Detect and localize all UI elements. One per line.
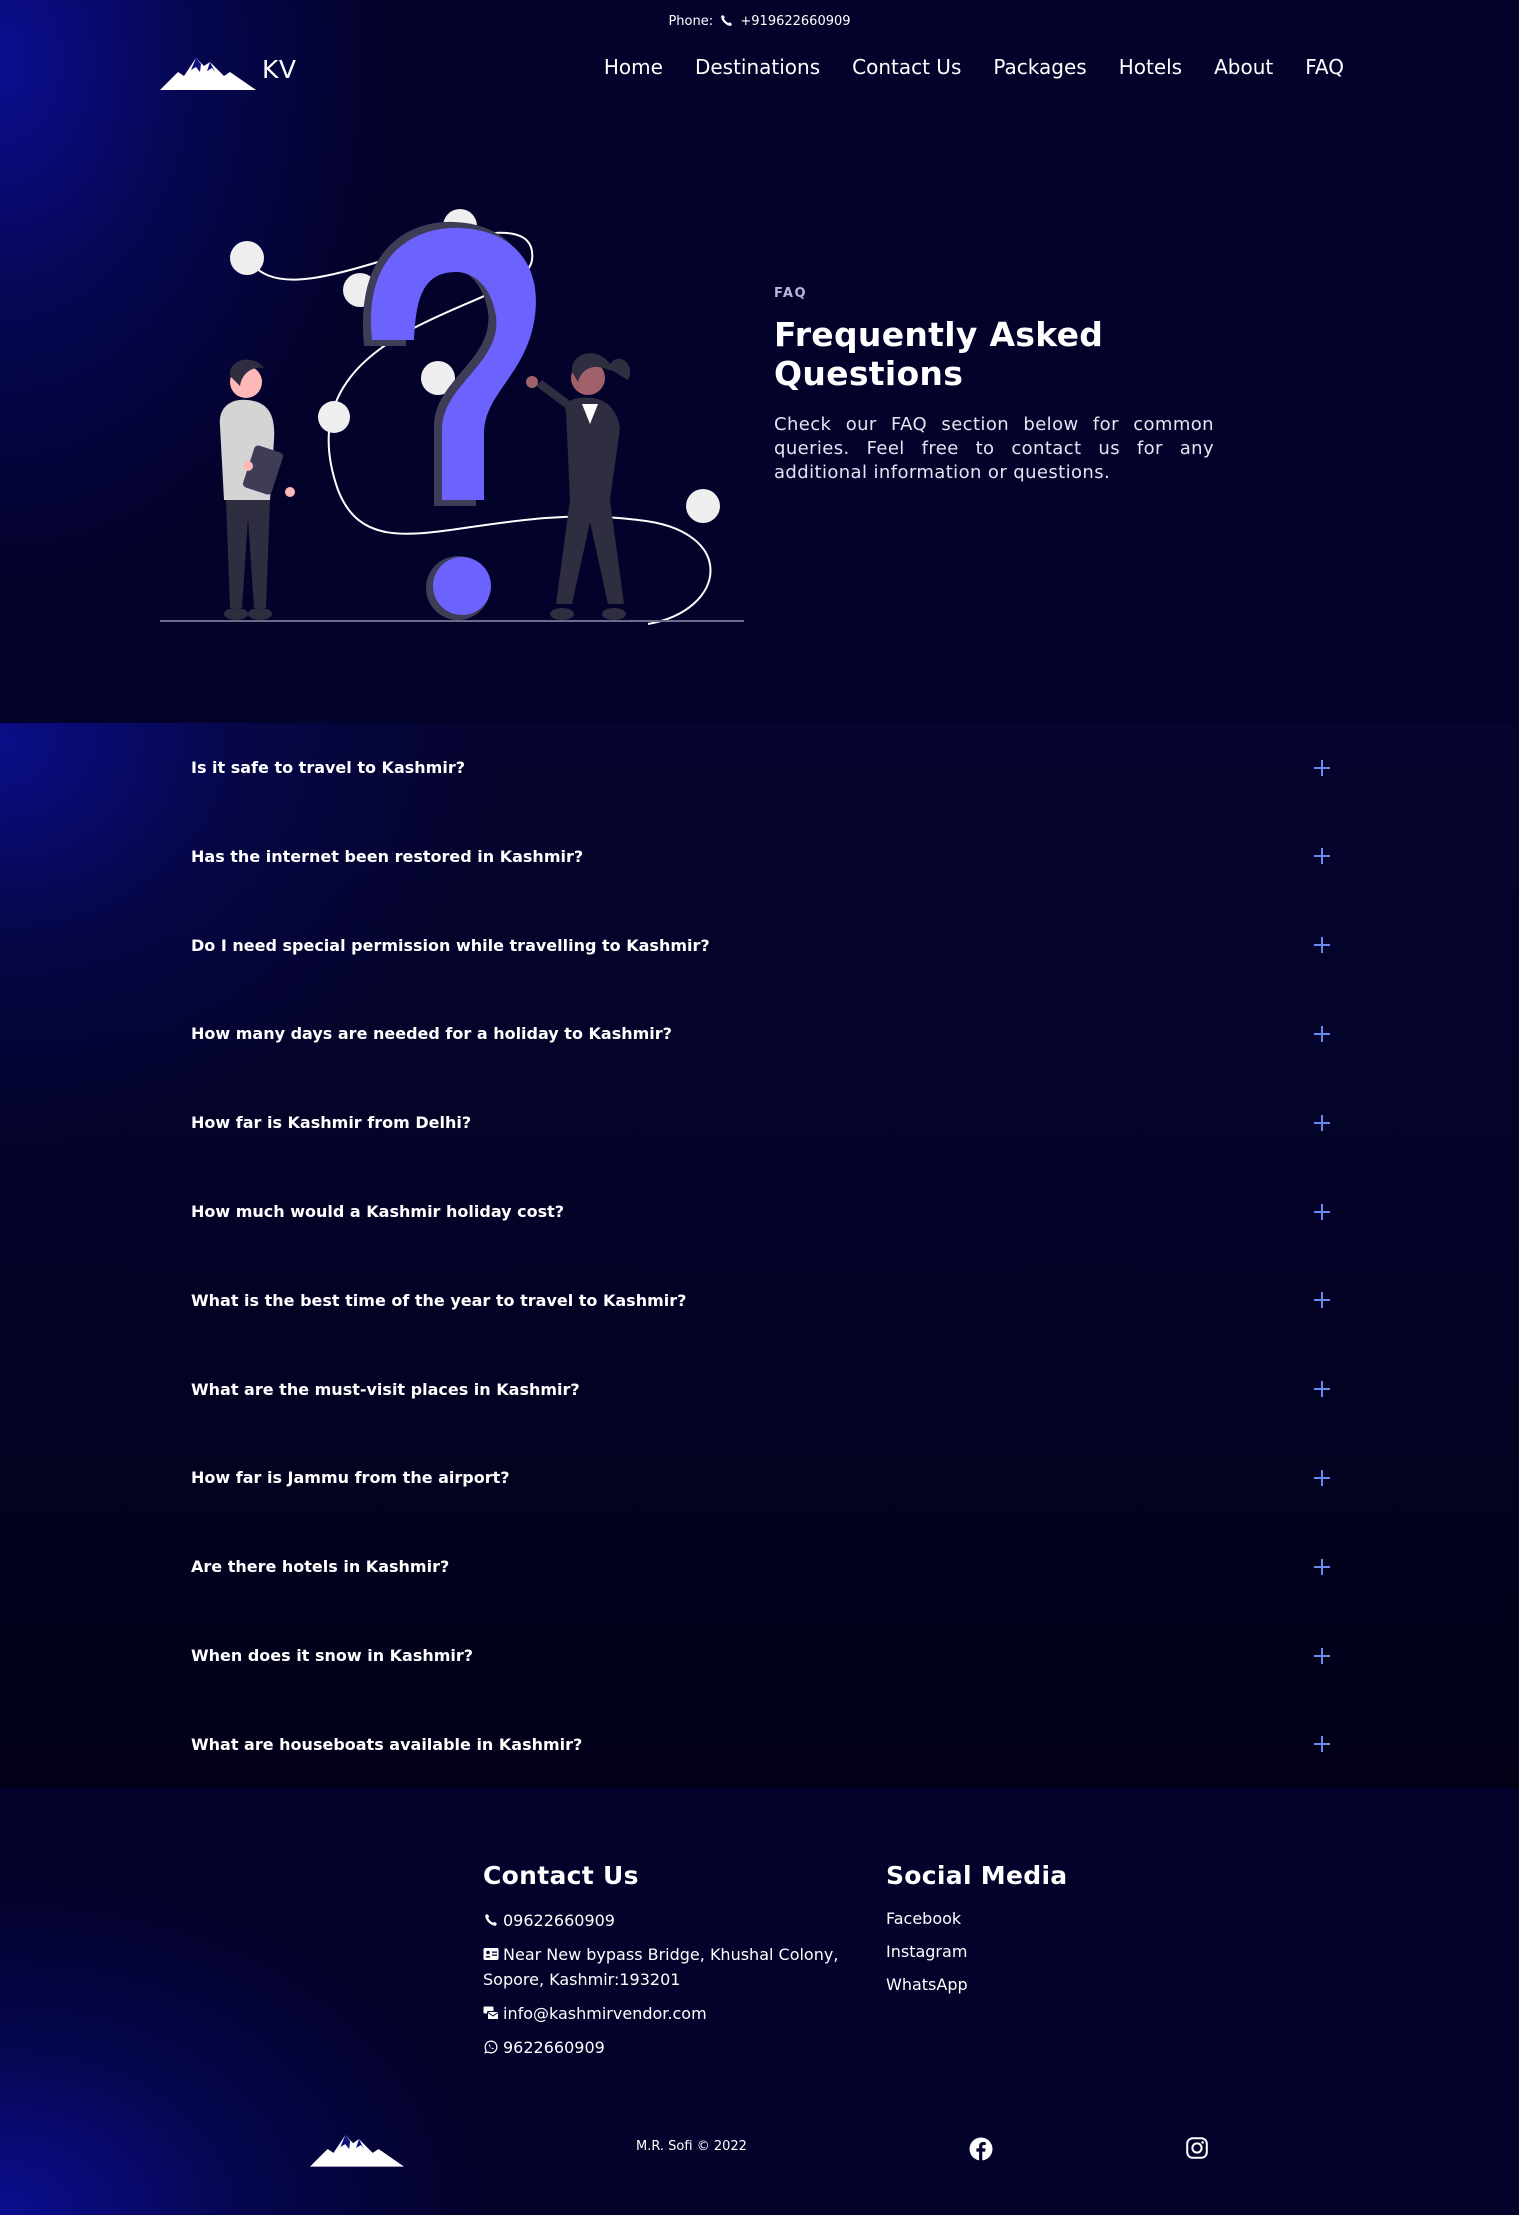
instagram-icon[interactable] xyxy=(1186,2137,1208,2159)
footer-whatsapp[interactable]: 9622660909 xyxy=(483,2035,863,2060)
plus-icon[interactable] xyxy=(1314,1558,1330,1575)
faq-item[interactable]: What are houseboats available in Kashmir… xyxy=(180,1700,1340,1789)
faq-question: What are the must-visit places in Kashmi… xyxy=(191,1379,580,1399)
footer-social-heading: Social Media xyxy=(886,1861,1068,1890)
question-mark-dot xyxy=(433,557,491,615)
copyright: M.R. Sofi © 2022 xyxy=(636,2139,747,2154)
faq-item[interactable]: How much would a Kashmir holiday cost? xyxy=(180,1167,1340,1256)
phone-icon xyxy=(721,14,733,26)
faq-question: How many days are needed for a holiday t… xyxy=(191,1024,672,1044)
faq-item[interactable]: When does it snow in Kashmir? xyxy=(180,1611,1340,1700)
plus-icon[interactable] xyxy=(1314,1114,1330,1131)
social-link-whatsapp[interactable]: WhatsApp xyxy=(886,1974,1186,1996)
nav-contact-us[interactable]: Contact Us xyxy=(852,55,961,79)
plus-icon[interactable] xyxy=(1314,848,1330,865)
phone-label: Phone: xyxy=(668,14,714,29)
faq-question: How far is Kashmir from Delhi? xyxy=(191,1113,472,1133)
faq-item[interactable]: How far is Jammu from the airport? xyxy=(180,1433,1340,1522)
main-nav: Home Destinations Contact Us Packages Ho… xyxy=(604,55,1344,79)
footer-address-text: Near New bypass Bridge, Khushal Colony, … xyxy=(483,1945,839,1989)
faq-question: What is the best time of the year to tra… xyxy=(191,1290,687,1310)
footer-contact: Contact Us 09622660909 Near New bypass B… xyxy=(483,1861,863,2069)
plus-icon[interactable] xyxy=(1314,1025,1330,1042)
footer-contact-heading: Contact Us xyxy=(483,1861,639,1890)
faq-eyebrow: FAQ xyxy=(774,286,808,301)
plus-icon[interactable] xyxy=(1314,1292,1330,1309)
decor-dot xyxy=(230,241,264,275)
faq-question: What are houseboats available in Kashmir… xyxy=(191,1734,583,1754)
page-title: Frequently Asked Questions xyxy=(774,315,1104,393)
person-right-figure xyxy=(526,353,631,620)
faq-item[interactable]: Do I need special permission while trave… xyxy=(180,901,1340,990)
nav-destinations[interactable]: Destinations xyxy=(695,55,820,79)
phone-icon xyxy=(485,1914,497,1926)
faq-question: Do I need special permission while trave… xyxy=(191,935,710,955)
faq-item[interactable]: Is it safe to travel to Kashmir? xyxy=(180,723,1340,812)
plus-icon[interactable] xyxy=(1314,1381,1330,1398)
person-left-figure xyxy=(219,359,295,620)
footer-phone-text: 09622660909 xyxy=(503,1911,615,1930)
nav-packages[interactable]: Packages xyxy=(993,55,1086,79)
faq-accordion: Is it safe to travel to Kashmir? Has the … xyxy=(0,723,1519,1788)
plus-icon[interactable] xyxy=(1314,1203,1330,1220)
topbar-phone: Phone: +919622660909 xyxy=(0,14,1519,29)
plus-icon[interactable] xyxy=(1314,759,1330,776)
faq-item[interactable]: How far is Kashmir from Delhi? xyxy=(180,1078,1340,1167)
faq-question: Is it safe to travel to Kashmir? xyxy=(191,758,465,777)
mountain-logo-icon xyxy=(160,58,256,90)
footer-address: Near New bypass Bridge, Khushal Colony, … xyxy=(483,1942,863,1992)
faq-question: How much would a Kashmir holiday cost? xyxy=(191,1202,565,1221)
nav-hotels[interactable]: Hotels xyxy=(1119,55,1182,79)
nav-faq[interactable]: FAQ xyxy=(1305,55,1344,79)
plus-icon[interactable] xyxy=(1314,1647,1330,1664)
faq-question: Has the internet been restored in Kashmi… xyxy=(191,846,584,866)
faq-description: Check our FAQ section below for common q… xyxy=(774,414,1214,483)
nav-home[interactable]: Home xyxy=(604,55,663,79)
footer-email-text: info@kashmirvendor.com xyxy=(503,2004,707,2023)
faq-item[interactable]: Has the internet been restored in Kashmi… xyxy=(180,812,1340,901)
faq-question: How far is Jammu from the airport? xyxy=(191,1468,510,1488)
plus-icon[interactable] xyxy=(1314,1469,1330,1486)
faq-intro: FAQ Frequently Asked Questions Check our… xyxy=(774,286,1214,485)
decor-dot xyxy=(686,489,720,523)
question-mark-icon xyxy=(370,227,536,500)
faq-item[interactable]: How many days are needed for a holiday t… xyxy=(180,989,1340,1078)
mail-bulk-icon xyxy=(483,2006,499,2020)
whatsapp-icon xyxy=(484,2040,498,2054)
faq-illustration xyxy=(160,209,744,625)
address-card-icon xyxy=(483,1948,499,1960)
faq-question: Are there hotels in Kashmir? xyxy=(191,1557,450,1577)
faq-question: When does it snow in Kashmir? xyxy=(191,1646,474,1665)
plus-icon[interactable] xyxy=(1314,1736,1330,1753)
faq-item[interactable]: What are the must-visit places in Kashmi… xyxy=(180,1345,1340,1434)
plus-icon[interactable] xyxy=(1314,937,1330,954)
footer: Contact Us 09622660909 Near New bypass B… xyxy=(0,1788,1519,2215)
hero-section: Phone: +919622660909 KV Home Destination… xyxy=(0,0,1519,723)
faq-item[interactable]: Are there hotels in Kashmir? xyxy=(180,1522,1340,1611)
social-link-instagram[interactable]: Instagram xyxy=(886,1941,1186,1963)
footer-bottom-bar: M.R. Sofi © 2022 xyxy=(0,2125,1519,2185)
page: Phone: +919622660909 KV Home Destination… xyxy=(0,0,1519,2215)
phone-number: +919622660909 xyxy=(740,14,851,29)
social-link-facebook[interactable]: Facebook xyxy=(886,1908,1186,1930)
footer-social: Social Media Facebook Instagram WhatsApp xyxy=(886,1861,1186,2007)
brand-name: KV xyxy=(262,54,297,84)
facebook-icon[interactable] xyxy=(969,2137,993,2161)
nav-about[interactable]: About xyxy=(1214,55,1273,79)
footer-phone[interactable]: 09622660909 xyxy=(483,1908,863,1933)
faq-item[interactable]: What is the best time of the year to tra… xyxy=(180,1256,1340,1345)
decor-dot xyxy=(318,401,350,433)
mountain-logo-icon[interactable] xyxy=(310,2125,404,2169)
footer-whatsapp-text: 9622660909 xyxy=(503,2038,605,2057)
brand-logo[interactable]: KV xyxy=(160,48,297,92)
footer-email[interactable]: info@kashmirvendor.com xyxy=(483,2001,863,2026)
